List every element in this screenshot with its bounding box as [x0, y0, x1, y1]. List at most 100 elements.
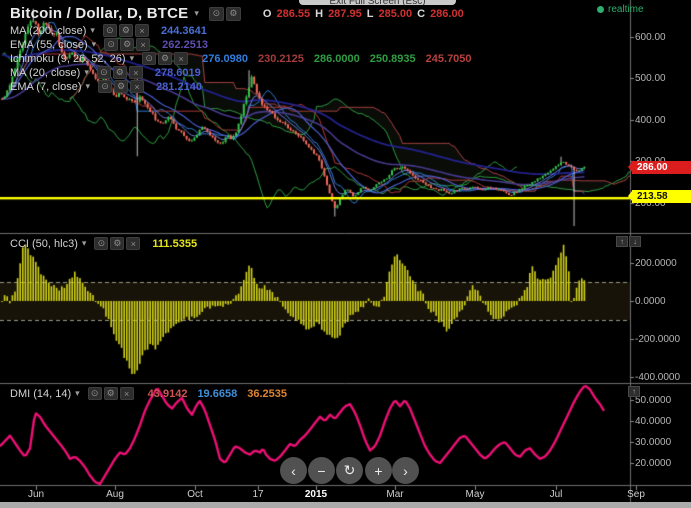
dmi-plus-di-value: 43.9142 — [147, 387, 188, 400]
chevron-down-icon[interactable]: ▾ — [90, 25, 95, 36]
chevron-down-icon[interactable]: ▾ — [194, 8, 199, 19]
realtime-label: realtime — [608, 4, 644, 15]
high-label: H — [315, 7, 324, 20]
zoom-out-button[interactable]: − — [308, 457, 335, 484]
chevron-down-icon[interactable]: ▾ — [84, 67, 89, 78]
close-button[interactable]: × — [128, 66, 143, 79]
settings-button[interactable]: ⚙ — [112, 66, 127, 79]
chevron-down-icon[interactable]: ▾ — [75, 388, 80, 399]
legend-row-ema55: EMA (55, close) ▾ ⊙ ⚙ × 262.2513 — [10, 38, 208, 51]
realtime-status: realtime — [597, 4, 644, 15]
realtime-dot-icon — [597, 6, 604, 13]
settings-button[interactable]: ⚙ — [114, 80, 129, 93]
ichimoku-kijun-value: 230.2125 — [257, 52, 304, 65]
trading-chart-window: Exit Full Screen (Esc) Bitcoin / Dollar,… — [0, 0, 691, 508]
time-axis-label: Aug — [106, 489, 124, 500]
settings-button[interactable]: ⚙ — [110, 237, 125, 250]
chevron-down-icon[interactable]: ▾ — [130, 53, 135, 64]
price-axis-label: 600.00 — [635, 32, 666, 43]
ichimoku-tenkan-value: 276.0980 — [202, 52, 248, 65]
visibility-button[interactable]: ⊙ — [104, 38, 119, 51]
dmi-axis-label: 40.0000 — [635, 416, 672, 427]
ema7-label[interactable]: EMA (7, close) — [10, 81, 82, 93]
visibility-button[interactable]: ⊙ — [94, 237, 109, 250]
scroll-left-button[interactable]: ‹ — [280, 457, 307, 484]
ichimoku-chikou-value: 286.0000 — [313, 52, 360, 65]
time-axis-label: Sep — [627, 489, 645, 500]
low-value: 285.00 — [378, 7, 413, 20]
time-axis-label: Jun — [27, 489, 45, 500]
close-button[interactable]: × — [136, 38, 151, 51]
price-axis-label: 500.00 — [635, 73, 666, 84]
move-pane-down-button[interactable]: ↓ — [629, 236, 641, 247]
move-pane-up-button[interactable]: ↑ — [616, 236, 628, 247]
visibility-button[interactable]: ⊙ — [102, 24, 117, 37]
cci-axis-label: -400.0000 — [635, 372, 681, 383]
ohlc-readout: O 286.55 H 287.95 L 285.00 C 286.00 — [263, 8, 464, 20]
exit-fullscreen-tooltip: Exit Full Screen (Esc) — [299, 0, 456, 5]
visibility-button[interactable]: ⊙ — [98, 80, 113, 93]
low-label: L — [366, 7, 374, 20]
ichimoku-label[interactable]: Ichimoku (9, 26, 52, 26) — [10, 53, 126, 65]
close-label: C — [417, 7, 426, 20]
dmi-minus-di-value: 19.6658 — [197, 387, 238, 400]
cci-axis-label: 200.0000 — [635, 258, 677, 269]
reset-view-button[interactable]: ↻ — [336, 457, 363, 484]
visibility-button[interactable]: ⊙ — [87, 387, 102, 400]
symbol-title[interactable]: Bitcoin / Dollar, D, BTCE — [10, 5, 188, 22]
settings-button[interactable]: ⚙ — [158, 52, 173, 65]
settings-button[interactable]: ⚙ — [225, 6, 241, 21]
move-pane-up-button[interactable]: ↑ — [628, 386, 640, 397]
time-axis-label: Jul — [549, 489, 563, 500]
visibility-button[interactable]: ⊙ — [208, 6, 224, 21]
visibility-button[interactable]: ⊙ — [96, 66, 111, 79]
ma200-value: 244.3641 — [160, 24, 207, 37]
legend-row-ma20: MA (20, close) ▾ ⊙ ⚙ × 278.6019 — [10, 66, 201, 79]
legend-row-ma200: MA (200, close) ▾ ⊙ ⚙ × 244.3641 — [10, 24, 207, 37]
ma200-label[interactable]: MA (200, close) — [10, 25, 86, 37]
cci-axis-label: 0.0000 — [635, 296, 666, 307]
time-axis-label: Mar — [386, 489, 404, 500]
close-button[interactable]: × — [174, 52, 189, 65]
cci-value: 111.5355 — [152, 237, 198, 250]
dmi-axis-label: 30.0000 — [635, 437, 672, 448]
chevron-down-icon[interactable]: ▾ — [82, 238, 87, 249]
visibility-button[interactable]: ⊙ — [142, 52, 157, 65]
time-axis-label: 17 — [252, 489, 264, 500]
close-button[interactable]: × — [119, 387, 134, 400]
last-price-badge: 286.00 — [628, 161, 691, 174]
ema55-label[interactable]: EMA (55, close) — [10, 39, 88, 51]
dmi-axis-label: 20.0000 — [635, 458, 672, 469]
chevron-down-icon[interactable]: ▾ — [86, 81, 91, 92]
time-axis-label: 2015 — [304, 489, 328, 500]
open-value: 286.55 — [276, 7, 311, 20]
ema55-value: 262.2513 — [162, 38, 209, 51]
close-button[interactable]: × — [134, 24, 149, 37]
zoom-in-button[interactable]: + — [365, 457, 392, 484]
ema7-value: 281.2140 — [156, 80, 202, 93]
scroll-right-button[interactable]: › — [392, 457, 419, 484]
open-label: O — [262, 7, 272, 20]
ma20-label[interactable]: MA (20, close) — [10, 67, 80, 79]
ma20-value: 278.6019 — [154, 66, 201, 79]
settings-button[interactable]: ⚙ — [118, 24, 133, 37]
ichimoku-senkou-b-value: 245.7050 — [425, 52, 472, 65]
price-axis-label: 400.00 — [635, 115, 666, 126]
time-axis-label: Oct — [187, 489, 203, 500]
cci-axis-label: -200.0000 — [635, 334, 681, 345]
settings-button[interactable]: ⚙ — [103, 387, 118, 400]
high-value: 287.95 — [328, 7, 362, 20]
dmi-axis-label: 50.0000 — [635, 395, 672, 406]
settings-button[interactable]: ⚙ — [120, 38, 135, 51]
chevron-down-icon[interactable]: ▾ — [92, 39, 97, 50]
cci-label[interactable]: CCI (50, hlc3) — [10, 238, 78, 250]
ichimoku-senkou-a-value: 250.8935 — [369, 52, 416, 65]
dmi-pane-header: DMI (14, 14) ▾ ⊙ ⚙ × 43.9142 19.6658 36.… — [10, 387, 287, 400]
close-button[interactable]: × — [126, 237, 141, 250]
close-value: 286.00 — [430, 7, 464, 20]
cci-pane-header: CCI (50, hlc3) ▾ ⊙ ⚙ × 111.5355 — [10, 237, 197, 250]
dmi-label[interactable]: DMI (14, 14) — [10, 388, 71, 400]
close-button[interactable]: × — [130, 80, 145, 93]
dmi-adx-value: 36.2535 — [247, 387, 287, 400]
legend-row-ichimoku: Ichimoku (9, 26, 52, 26) ▾ ⊙ ⚙ × 276.098… — [10, 52, 472, 65]
